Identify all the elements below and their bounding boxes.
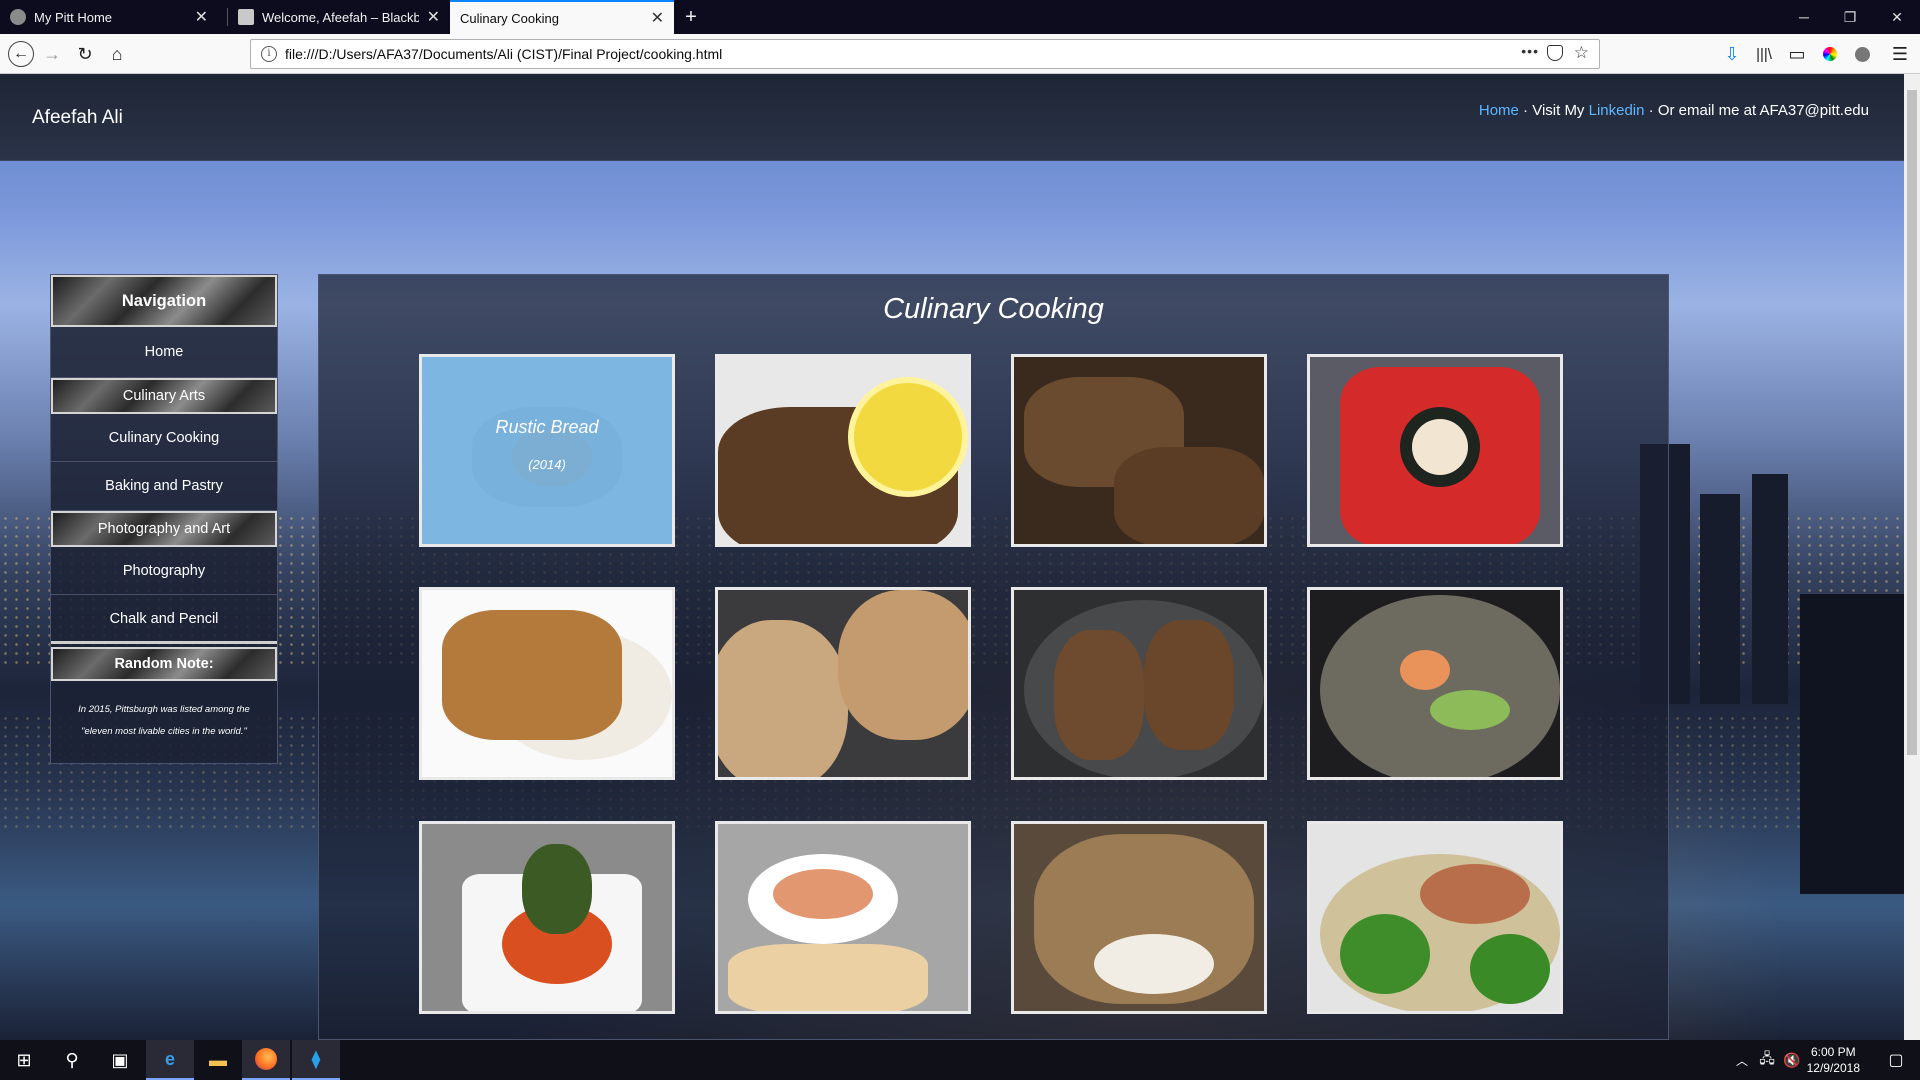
edge-icon[interactable]: e [146, 1040, 194, 1080]
pocket-icon[interactable] [1547, 45, 1563, 61]
gallery-image-blackened-fish-lemon[interactable] [715, 354, 971, 547]
random-note-heading: Random Note: [51, 647, 277, 681]
gallery-image-salmon-with-pasta[interactable] [1307, 821, 1563, 1014]
forward-icon[interactable]: → [40, 42, 64, 66]
web-page: Afeefah Ali Home · Visit My Linkedin · O… [0, 74, 1904, 1040]
random-note-text: In 2015, Pittsburgh was listed among the… [78, 704, 250, 737]
content-panel: Culinary Cooking Rustic Bread (2014) [318, 274, 1669, 1040]
vscode-icon[interactable]: ⧫ [292, 1040, 340, 1080]
sidebar-item-baking-and-pastry[interactable]: Baking and Pastry [51, 462, 277, 511]
minimize-icon[interactable]: ─ [1781, 0, 1827, 34]
menu-icon[interactable]: ☰ [1888, 42, 1912, 66]
site-header: Afeefah Ali Home · Visit My Linkedin · O… [0, 74, 1904, 161]
back-icon[interactable]: ← [8, 41, 34, 67]
extension-icon[interactable] [1850, 42, 1874, 66]
restore-icon[interactable]: ❐ [1827, 0, 1873, 34]
blackboard-icon [238, 9, 254, 25]
sidebar-icon[interactable]: ▭ [1785, 42, 1809, 66]
image-overlay[interactable]: Rustic Bread (2014) [422, 357, 672, 544]
url-bar[interactable]: i file:///D:/Users/AFA37/Documents/Ali (… [250, 39, 1600, 69]
skyline-building [1752, 474, 1788, 704]
start-icon[interactable]: ⊞ [0, 1040, 48, 1080]
library-icon[interactable]: |||\ [1752, 42, 1776, 66]
notification-icon[interactable]: ▢ [1872, 1040, 1920, 1080]
tab-label: Welcome, Afeefah – Blackboard [262, 9, 419, 25]
system-clock[interactable]: 6:00 PM 12/9/2018 [1807, 1044, 1860, 1076]
globe-icon [10, 9, 26, 25]
gallery-image-sushi-roll[interactable] [1307, 354, 1563, 547]
sidebar-item-photography[interactable]: Photography [51, 547, 277, 595]
sidebar-item-culinary-cooking[interactable]: Culinary Cooking [51, 414, 277, 462]
header-text: · Visit My [1518, 102, 1589, 119]
header-email-text: · Or email me at AFA37@pitt.edu [1644, 102, 1869, 119]
home-link[interactable]: Home [1479, 102, 1519, 119]
show-hidden-icons-icon[interactable]: ︿ [1730, 1040, 1754, 1080]
gallery-image-seared-fish-fillet[interactable] [1011, 821, 1267, 1014]
close-window-icon[interactable]: ✕ [1874, 0, 1920, 34]
tab-label: My Pitt Home [34, 9, 113, 25]
color-extension-icon[interactable] [1818, 42, 1842, 66]
browser-tab-bar: My Pitt Home ✕ Welcome, Afeefah – Blackb… [0, 0, 1920, 34]
gallery-image-rustic-bread[interactable]: Rustic Bread (2014) [419, 354, 675, 547]
volume-muted-icon[interactable]: 🔇 [1780, 1040, 1804, 1080]
tree-silhouette [1800, 594, 1904, 894]
vertical-scrollbar[interactable] [1904, 74, 1920, 1040]
page-title: Culinary Cooking [883, 293, 1104, 325]
network-icon[interactable]: 🖧 [1754, 1040, 1780, 1080]
linkedin-link[interactable]: Linkedin [1589, 102, 1645, 119]
tab-label: Culinary Cooking [460, 10, 559, 26]
tab-blackboard[interactable]: Welcome, Afeefah – Blackboard ✕ [228, 0, 450, 34]
skyline-building [1700, 494, 1740, 704]
close-icon[interactable]: ✕ [195, 7, 208, 27]
browser-toolbar: ← → ↻ ⌂ i file:///D:/Users/AFA37/Documen… [0, 34, 1920, 74]
bookmark-star-icon[interactable]: ☆ [1574, 43, 1589, 63]
download-icon[interactable]: ⇩ [1720, 42, 1744, 66]
url-text[interactable]: file:///D:/Users/AFA37/Documents/Ali (CI… [285, 46, 722, 62]
clock-date: 12/9/2018 [1806, 1061, 1860, 1075]
sidebar: Navigation Home Culinary Arts Culinary C… [50, 274, 278, 764]
header-links: Home · Visit My Linkedin · Or email me a… [1479, 102, 1869, 119]
close-icon[interactable]: ✕ [427, 7, 440, 27]
overlay-title: Rustic Bread [495, 417, 599, 437]
gallery-image-seasoned-chicken-breasts[interactable] [715, 587, 971, 780]
windows-taskbar: ⊞ ⚲ ▣ e ▬ ⧫ ︿ 🖧 🔇 6:00 PM 12/9/2018 ▢ [0, 1040, 1920, 1080]
gallery-image-soup-and-pita[interactable] [715, 821, 971, 1014]
scrollbar-thumb[interactable] [1907, 90, 1917, 755]
new-tab-button[interactable]: + [678, 0, 704, 34]
task-view-icon[interactable]: ▣ [96, 1040, 144, 1080]
sidebar-item-chalk-and-pencil[interactable]: Chalk and Pencil [51, 595, 277, 644]
gallery-image-shrimp-in-pan[interactable] [1307, 587, 1563, 780]
home-icon[interactable]: ⌂ [105, 42, 129, 66]
firefox-icon[interactable] [242, 1040, 290, 1080]
page-actions-icon[interactable]: ••• [1521, 43, 1539, 59]
overlay-year: (2014) [528, 457, 566, 472]
search-icon[interactable]: ⚲ [48, 1040, 96, 1080]
sidebar-section-culinary-arts: Culinary Arts [51, 378, 277, 414]
gallery-image-stuffed-pepper[interactable] [419, 821, 675, 1014]
tab-culinary-cooking[interactable]: Culinary Cooking ✕ [450, 0, 674, 34]
sidebar-heading: Navigation [51, 275, 277, 327]
sidebar-section-photography-and-art: Photography and Art [51, 511, 277, 547]
tab-my-pitt-home[interactable]: My Pitt Home ✕ [0, 0, 218, 34]
clock-time: 6:00 PM [1810, 1045, 1856, 1059]
reload-icon[interactable]: ↻ [73, 42, 97, 66]
gallery-image-pan-seared-fish[interactable] [1011, 587, 1267, 780]
file-explorer-icon[interactable]: ▬ [194, 1040, 242, 1080]
close-icon[interactable]: ✕ [651, 8, 664, 28]
gallery-image-fish-over-rice[interactable] [419, 587, 675, 780]
gallery-image-seared-steak[interactable] [1011, 354, 1267, 547]
sidebar-item-home[interactable]: Home [51, 327, 277, 378]
info-icon[interactable]: i [261, 46, 277, 62]
site-name: Afeefah Ali [32, 107, 123, 128]
